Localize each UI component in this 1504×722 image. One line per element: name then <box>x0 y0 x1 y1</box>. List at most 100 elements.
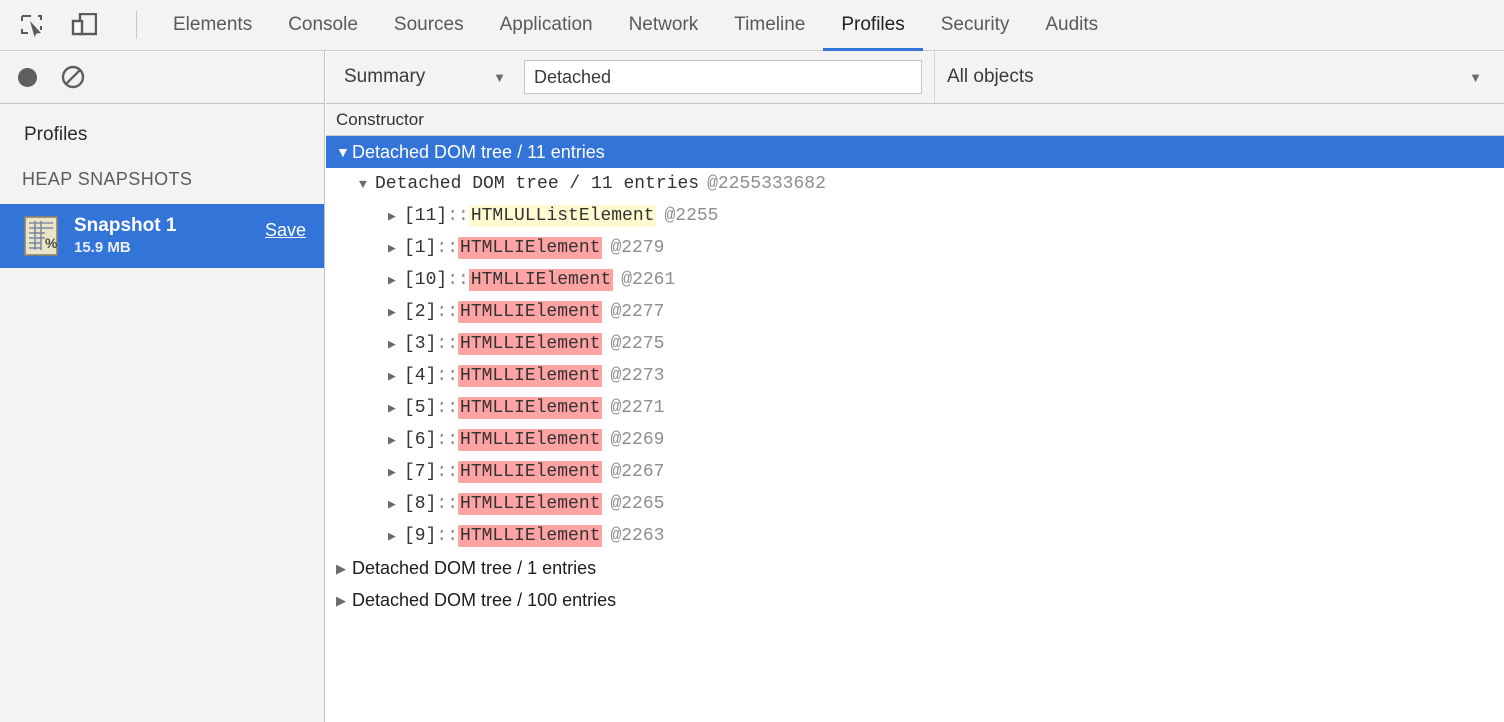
toolbar-divider <box>136 11 137 39</box>
sidebar-item-snapshot-1[interactable]: % Snapshot 1 15.9 MB Save <box>0 204 324 268</box>
view-mode-select[interactable]: Summary ▼ <box>326 66 524 88</box>
entry-constructor: HTMLLIElement <box>458 461 602 483</box>
sidebar-section-heap-snapshots: HEAP SNAPSHOTS <box>0 160 324 204</box>
disclosure-triangle-icon[interactable]: ▶ <box>388 338 404 351</box>
object-id: @2275 <box>602 334 664 354</box>
entry-separator: :: <box>436 366 458 386</box>
entry-separator: :: <box>436 334 458 354</box>
snapshot-save-link[interactable]: Save <box>265 220 306 241</box>
table-row[interactable]: ▶ [2] :: HTMLLIElement @2277 <box>326 296 1504 328</box>
entry-constructor: HTMLLIElement <box>458 365 602 387</box>
entry-index: [9] <box>404 526 436 546</box>
entry-constructor: HTMLLIElement <box>458 429 602 451</box>
sidebar-title: Profiles <box>0 104 324 160</box>
disclosure-triangle-icon[interactable]: ▼ <box>359 178 375 191</box>
entry-separator: :: <box>436 238 458 258</box>
constructor-grid: ▼ Detached DOM tree / 11 entries ▼ Detac… <box>326 136 1504 616</box>
entry-constructor: HTMLLIElement <box>458 333 602 355</box>
disclosure-triangle-icon[interactable]: ▶ <box>388 274 404 287</box>
table-row[interactable]: ▶ [11] :: HTMLULListElement @2255 <box>326 200 1504 232</box>
entry-index: [4] <box>404 366 436 386</box>
row-label: Detached DOM tree / 11 entries <box>352 142 605 163</box>
entry-constructor: HTMLULListElement <box>469 205 657 227</box>
disclosure-triangle-icon[interactable]: ▶ <box>388 530 404 543</box>
view-mode-label: Summary <box>344 66 425 88</box>
entry-separator: :: <box>436 430 458 450</box>
tab-profiles[interactable]: Profiles <box>823 0 922 50</box>
tab-security[interactable]: Security <box>923 0 1028 50</box>
entry-separator: :: <box>436 462 458 482</box>
inspect-element-icon[interactable] <box>14 8 50 42</box>
object-id: @2267 <box>602 462 664 482</box>
tab-label: Network <box>629 14 699 36</box>
clear-all-icon[interactable] <box>61 65 85 89</box>
disclosure-triangle-icon[interactable]: ▶ <box>388 434 404 447</box>
entry-constructor: HTMLLIElement <box>458 301 602 323</box>
tab-timeline[interactable]: Timeline <box>716 0 823 50</box>
entry-separator: :: <box>436 526 458 546</box>
column-header-label: Constructor <box>336 110 424 130</box>
table-row[interactable]: ▶ Detached DOM tree / 100 entries <box>326 584 1504 616</box>
tab-label: Timeline <box>734 14 805 36</box>
entry-index: [1] <box>404 238 436 258</box>
table-row[interactable]: ▶ Detached DOM tree / 1 entries <box>326 552 1504 584</box>
entry-constructor: HTMLLIElement <box>458 237 602 259</box>
table-row[interactable]: ▶ [4] :: HTMLLIElement @2273 <box>326 360 1504 392</box>
tab-label: Console <box>288 14 358 36</box>
entry-index: [5] <box>404 398 436 418</box>
disclosure-triangle-icon[interactable]: ▶ <box>336 562 352 575</box>
entry-separator: :: <box>436 494 458 514</box>
entry-index: [2] <box>404 302 436 322</box>
disclosure-triangle-icon[interactable]: ▶ <box>388 402 404 415</box>
object-id: @2263 <box>602 526 664 546</box>
tab-sources[interactable]: Sources <box>376 0 482 50</box>
tab-network[interactable]: Network <box>611 0 717 50</box>
table-row[interactable]: ▶ [6] :: HTMLLIElement @2269 <box>326 424 1504 456</box>
snapshot-size: 15.9 MB <box>74 239 265 256</box>
entry-index: [6] <box>404 430 436 450</box>
table-row[interactable]: ▶ [7] :: HTMLLIElement @2267 <box>326 456 1504 488</box>
table-row[interactable]: ▶ [10] :: HTMLLIElement @2261 <box>326 264 1504 296</box>
disclosure-triangle-icon[interactable]: ▶ <box>388 242 404 255</box>
chevron-down-icon: ▼ <box>493 71 506 84</box>
table-row[interactable]: ▼ Detached DOM tree / 11 entries <box>326 136 1504 168</box>
object-scope-label: All objects <box>947 66 1034 88</box>
entry-index: [10] <box>404 270 447 290</box>
record-button[interactable] <box>18 68 37 87</box>
tab-audits[interactable]: Audits <box>1027 0 1116 50</box>
table-row[interactable]: ▶ [9] :: HTMLLIElement @2263 <box>326 520 1504 552</box>
entry-constructor: HTMLLIElement <box>458 397 602 419</box>
disclosure-triangle-icon[interactable]: ▶ <box>388 498 404 511</box>
entry-separator: :: <box>447 270 469 290</box>
disclosure-triangle-icon[interactable]: ▶ <box>336 594 352 607</box>
tool-icon-group <box>0 0 145 50</box>
disclosure-triangle-icon[interactable]: ▶ <box>388 466 404 479</box>
class-filter-input[interactable] <box>524 60 922 94</box>
table-row[interactable]: ▶ [1] :: HTMLLIElement @2279 <box>326 232 1504 264</box>
row-label: Detached DOM tree / 11 entries <box>375 174 699 194</box>
disclosure-triangle-icon[interactable]: ▶ <box>388 306 404 319</box>
tab-application[interactable]: Application <box>482 0 611 50</box>
entry-index: [8] <box>404 494 436 514</box>
table-row[interactable]: ▶ [8] :: HTMLLIElement @2265 <box>326 488 1504 520</box>
object-id: @2273 <box>602 366 664 386</box>
tab-label: Audits <box>1045 14 1098 36</box>
snapshot-name: Snapshot 1 <box>74 215 265 237</box>
tab-elements[interactable]: Elements <box>155 0 270 50</box>
object-scope-select[interactable]: All objects ▼ <box>934 51 1504 103</box>
table-row[interactable]: ▶ [5] :: HTMLLIElement @2271 <box>326 392 1504 424</box>
disclosure-triangle-icon[interactable]: ▶ <box>388 370 404 383</box>
snapshot-document-icon: % <box>24 216 58 256</box>
device-toolbar-icon[interactable] <box>66 8 102 42</box>
object-id: @2265 <box>602 494 664 514</box>
row-label: Detached DOM tree / 100 entries <box>352 590 616 611</box>
disclosure-triangle-icon[interactable]: ▼ <box>336 145 352 159</box>
table-row[interactable]: ▼ Detached DOM tree / 11 entries @225533… <box>326 168 1504 200</box>
table-row[interactable]: ▶ [3] :: HTMLLIElement @2275 <box>326 328 1504 360</box>
object-id: @2261 <box>613 270 675 290</box>
object-id: @2255333682 <box>699 174 826 194</box>
tab-console[interactable]: Console <box>270 0 376 50</box>
disclosure-triangle-icon[interactable]: ▶ <box>388 210 404 223</box>
entry-constructor: HTMLLIElement <box>458 525 602 547</box>
tab-label: Sources <box>394 14 464 36</box>
